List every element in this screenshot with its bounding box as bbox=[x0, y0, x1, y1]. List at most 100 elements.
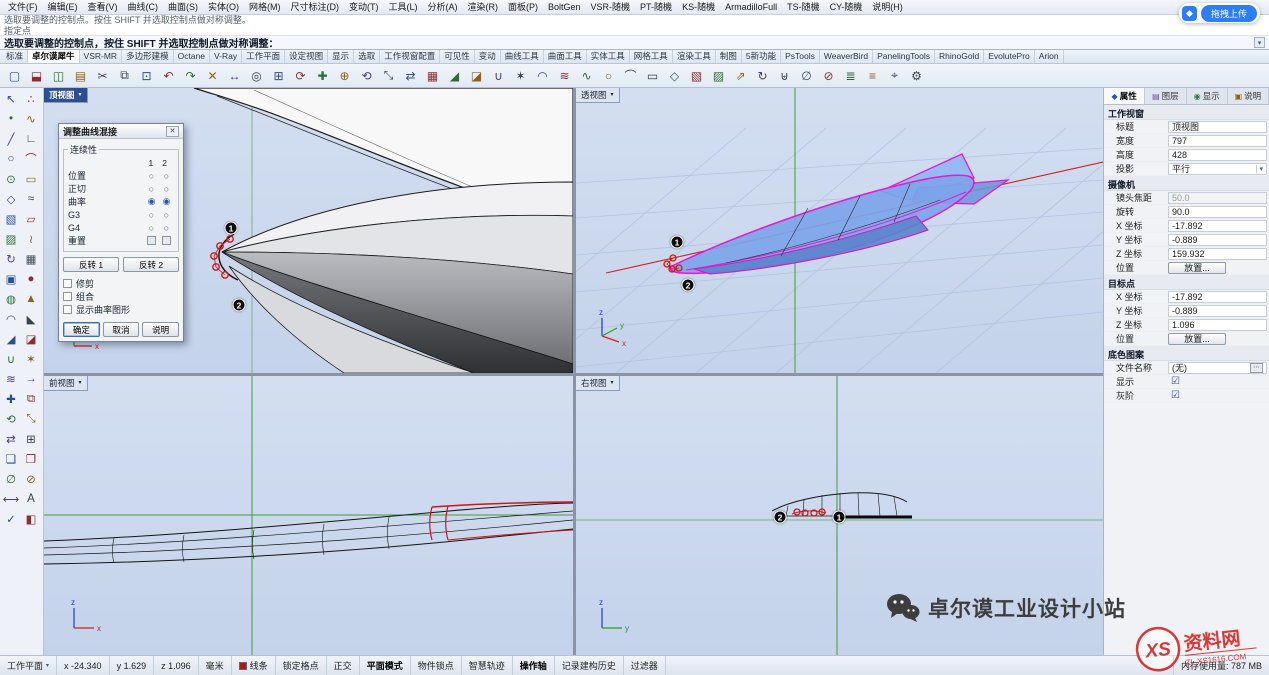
property-value[interactable]: 放置... bbox=[1168, 262, 1226, 274]
menu-item[interactable]: BoltGen bbox=[543, 0, 586, 14]
help-button[interactable]: 说明 bbox=[142, 322, 179, 337]
reset-checkbox[interactable] bbox=[147, 236, 156, 245]
new-file-icon[interactable]: ▢ bbox=[4, 66, 25, 86]
reset-checkbox[interactable] bbox=[162, 236, 171, 245]
toolbar-tab[interactable]: 设定视图 bbox=[285, 50, 328, 63]
toolbar-tab[interactable]: Arion bbox=[1035, 50, 1064, 63]
curve-icon[interactable]: ∿ bbox=[576, 66, 597, 86]
dialog-checkbox-row[interactable]: 显示曲率图形 bbox=[63, 303, 179, 316]
toolbar-tab[interactable]: 可见性 bbox=[440, 50, 475, 63]
viewport-tab-perspective[interactable]: 透视图 bbox=[576, 88, 620, 103]
property-value[interactable]: -0.889 bbox=[1168, 305, 1267, 317]
menu-item[interactable]: PT-随機 bbox=[635, 0, 677, 14]
render-icon[interactable]: ◧ bbox=[21, 509, 41, 529]
menu-item[interactable]: 说明(H) bbox=[867, 0, 908, 14]
ok-button[interactable]: 确定 bbox=[63, 322, 100, 337]
menu-item[interactable]: 渲染(R) bbox=[463, 0, 504, 14]
toolbar-tab[interactable]: 5新功能 bbox=[742, 50, 781, 63]
text-icon[interactable]: A bbox=[21, 489, 41, 509]
join-icon[interactable]: ∪ bbox=[488, 66, 509, 86]
network-surface-icon[interactable]: ▦ bbox=[21, 249, 41, 269]
viewport-right[interactable]: z y 右视图 2 1 bbox=[576, 376, 1103, 655]
toolbar-tab[interactable]: 标准 bbox=[2, 50, 28, 63]
checkbox-icon[interactable] bbox=[63, 292, 72, 301]
zoom-icon[interactable]: ◎ bbox=[246, 66, 267, 86]
toolbar-tab[interactable]: 多边形建模 bbox=[122, 50, 174, 63]
statusbar-toggle[interactable]: 过滤器 bbox=[624, 656, 666, 675]
cylinder-icon[interactable]: ◍ bbox=[1, 289, 21, 309]
toolbar-tab[interactable]: 实体工具 bbox=[587, 50, 630, 63]
rotate-icon[interactable]: ⟲ bbox=[356, 66, 377, 86]
viewport-tab-front[interactable]: 前视图 bbox=[44, 376, 88, 391]
loft-icon[interactable]: ▨ bbox=[708, 66, 729, 86]
menu-item[interactable]: 查看(V) bbox=[83, 0, 123, 14]
rectangle-icon[interactable]: ▭ bbox=[642, 66, 663, 86]
arc-icon[interactable]: ⌒ bbox=[620, 66, 641, 86]
menu-item[interactable]: TS-随機 bbox=[782, 0, 825, 14]
viewport-front[interactable]: z x 前视图 bbox=[44, 376, 573, 655]
property-value[interactable]: 797 bbox=[1168, 135, 1267, 147]
radio-button[interactable]: ○ bbox=[144, 184, 159, 194]
cone-icon[interactable]: ▲ bbox=[21, 289, 41, 309]
property-value[interactable]: 159.932 bbox=[1168, 248, 1267, 260]
scale-icon[interactable]: ⤡ bbox=[378, 66, 399, 86]
panel-tab[interactable]: ◉ 显示 bbox=[1187, 88, 1228, 104]
ellipse-icon[interactable]: ⊙ bbox=[1, 169, 21, 189]
delete-icon[interactable]: ✕ bbox=[202, 66, 223, 86]
dialog-checkbox-row[interactable]: 修剪 bbox=[63, 277, 179, 290]
join-icon[interactable]: ∪ bbox=[1, 349, 21, 369]
circle-icon[interactable]: ○ bbox=[598, 66, 619, 86]
drag-upload-button[interactable]: 拖拽上传 bbox=[1201, 5, 1257, 22]
flip-2-button[interactable]: 反转 2 bbox=[123, 257, 179, 272]
ungroup-icon[interactable]: ❐ bbox=[21, 449, 41, 469]
split-icon[interactable]: ◪ bbox=[21, 329, 41, 349]
statusbar-toggle[interactable]: 操作轴 bbox=[513, 656, 555, 675]
command-scroll-arrow-icon[interactable] bbox=[1254, 37, 1265, 48]
trim-icon[interactable]: ◢ bbox=[444, 66, 465, 86]
statusbar-toggle[interactable]: 正交 bbox=[327, 656, 360, 675]
save-file-icon[interactable]: ◫ bbox=[48, 66, 69, 86]
toolbar-tab[interactable]: 显示 bbox=[328, 50, 354, 63]
toolbar-tab[interactable]: V-Ray bbox=[210, 50, 242, 63]
rotate-icon[interactable]: ⟲ bbox=[1, 409, 21, 429]
property-value[interactable]: ☑ bbox=[1168, 376, 1267, 388]
menu-item[interactable]: KS-随機 bbox=[677, 0, 720, 14]
close-icon[interactable] bbox=[166, 126, 179, 137]
dimension-icon[interactable]: ⟷ bbox=[1, 489, 21, 509]
menu-item[interactable]: 曲线(C) bbox=[123, 0, 164, 14]
rectangle-icon[interactable]: ▭ bbox=[21, 169, 41, 189]
print-icon[interactable]: ▤ bbox=[70, 66, 91, 86]
toolbar-tab[interactable]: VSR-MR bbox=[80, 50, 123, 63]
polygon-icon[interactable]: ◇ bbox=[1, 189, 21, 209]
menu-item[interactable]: 文件(F) bbox=[3, 0, 43, 14]
trim-icon[interactable]: ◢ bbox=[1, 329, 21, 349]
extend-icon[interactable]: → bbox=[21, 369, 41, 389]
menu-item[interactable]: 工具(L) bbox=[384, 0, 423, 14]
property-value[interactable]: ☑ bbox=[1168, 390, 1267, 402]
menu-item[interactable]: 实体(O) bbox=[203, 0, 244, 14]
boolean-union-icon[interactable]: ⊎ bbox=[774, 66, 795, 86]
flip-1-button[interactable]: 反转 1 bbox=[63, 257, 119, 272]
lock-icon[interactable]: ⊘ bbox=[818, 66, 839, 86]
radio-button[interactable]: ○ bbox=[144, 210, 159, 220]
extrude-icon[interactable]: ⇗ bbox=[730, 66, 751, 86]
rotate-view-icon[interactable]: ⟳ bbox=[290, 66, 311, 86]
property-value[interactable]: 90.0 bbox=[1168, 206, 1267, 218]
panel-tab[interactable]: ▣ 说明 bbox=[1228, 88, 1269, 104]
line-icon[interactable]: ╱ bbox=[1, 129, 21, 149]
toolbar-tab[interactable]: EvolutePro bbox=[984, 50, 1035, 63]
circle-icon[interactable]: ○ bbox=[1, 149, 21, 169]
statusbar-toggle[interactable]: 锁定格点 bbox=[276, 656, 327, 675]
polygon-icon[interactable]: ◇ bbox=[664, 66, 685, 86]
mirror-icon[interactable]: ⇄ bbox=[400, 66, 421, 86]
copy-icon[interactable]: ⧉ bbox=[21, 389, 41, 409]
array-icon[interactable]: ▦ bbox=[422, 66, 443, 86]
redo-icon[interactable]: ↷ bbox=[180, 66, 201, 86]
property-value[interactable]: (无) bbox=[1168, 362, 1267, 374]
menu-item[interactable]: 尺寸标注(D) bbox=[286, 0, 345, 14]
sphere-icon[interactable]: ● bbox=[21, 269, 41, 289]
viewport-menu-arrow-icon[interactable] bbox=[79, 92, 82, 98]
statusbar-toggle[interactable]: 智慧轨迹 bbox=[462, 656, 513, 675]
loft-icon[interactable]: ▨ bbox=[1, 229, 21, 249]
box-icon[interactable]: ▣ bbox=[1, 269, 21, 289]
